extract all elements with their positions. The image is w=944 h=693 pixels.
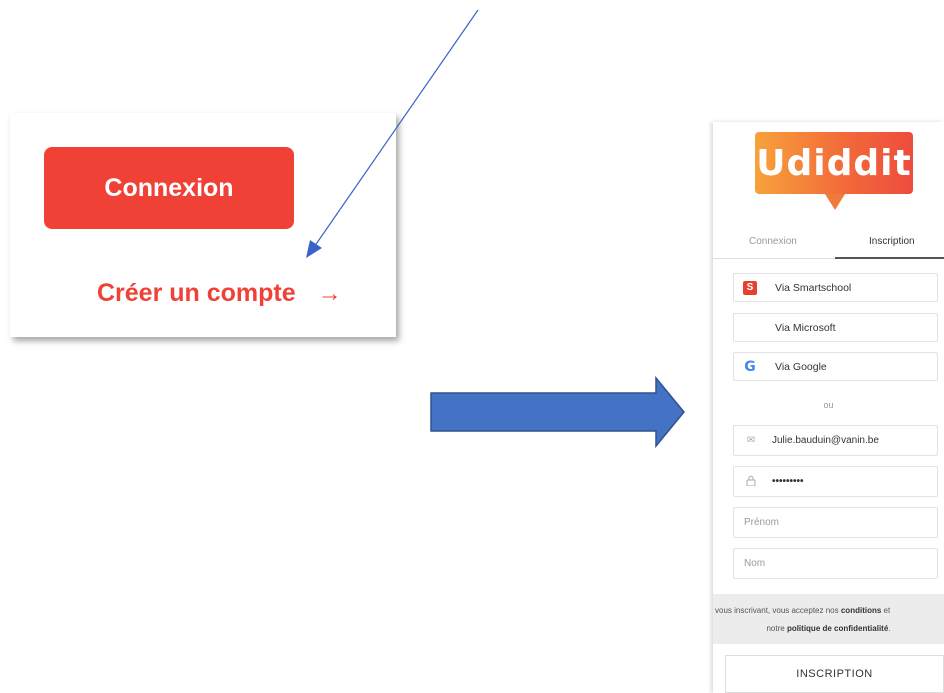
terms-prefix: En vous inscrivant, vous acceptez nos <box>713 606 839 615</box>
signup-form-crop: Udiddit Connexion Inscription S Via Smar… <box>713 122 944 693</box>
google-icon: G <box>744 358 756 375</box>
email-value: Julie.bauduin@vanin.be <box>772 435 879 446</box>
lastname-field[interactable]: Nom <box>733 548 938 579</box>
or-separator: ou <box>823 400 834 410</box>
inscription-submit-button[interactable]: INSCRIPTION <box>725 655 944 693</box>
auth-tabs: Connexion Inscription <box>713 228 944 259</box>
email-field[interactable]: ✉ Julie.bauduin@vanin.be <box>733 425 938 456</box>
smartschool-icon: S <box>743 280 757 295</box>
microsoft-login-button[interactable]: Via Microsoft <box>733 313 938 342</box>
terms-suffix: . <box>888 624 891 633</box>
lastname-placeholder: Nom <box>744 558 766 569</box>
smartschool-login-button[interactable]: S Via Smartschool <box>733 273 938 302</box>
password-value: ••••••••• <box>772 476 804 487</box>
lock-icon <box>744 475 758 489</box>
provider-label: Via Microsoft <box>775 321 836 334</box>
logo-speech-tail <box>825 194 845 210</box>
tab-inscription[interactable]: Inscription <box>869 236 915 247</box>
udiddit-logo: Udiddit <box>755 132 913 194</box>
terms-notice: En vous inscrivant, vous acceptez nos co… <box>713 594 944 644</box>
conditions-link[interactable]: conditions <box>841 606 881 615</box>
firstname-field[interactable]: Prénom <box>733 507 938 538</box>
envelope-icon: ✉ <box>746 435 756 446</box>
terms-line2-prefix: notre <box>766 624 785 633</box>
tab-connexion[interactable]: Connexion <box>749 236 797 247</box>
password-field[interactable]: ••••••••• <box>733 466 938 497</box>
active-tab-indicator <box>835 257 944 259</box>
connexion-button[interactable]: Connexion <box>44 147 294 229</box>
arrow-right-icon: → <box>317 279 342 307</box>
provider-label: Via Google <box>775 360 827 373</box>
google-login-button[interactable]: G Via Google <box>733 352 938 381</box>
firstname-placeholder: Prénom <box>744 517 780 528</box>
privacy-policy-link[interactable]: politique de confidentialité <box>787 624 888 633</box>
microsoft-icon <box>743 321 757 335</box>
create-account-link[interactable]: Créer un compte → <box>97 279 342 308</box>
login-widget-crop: Connexion Créer un compte → <box>10 113 396 337</box>
terms-join: et <box>883 606 891 615</box>
provider-label: Via Smartschool <box>775 281 852 294</box>
create-account-label: Créer un compte <box>97 279 296 307</box>
block-arrow-right-icon <box>430 375 685 449</box>
